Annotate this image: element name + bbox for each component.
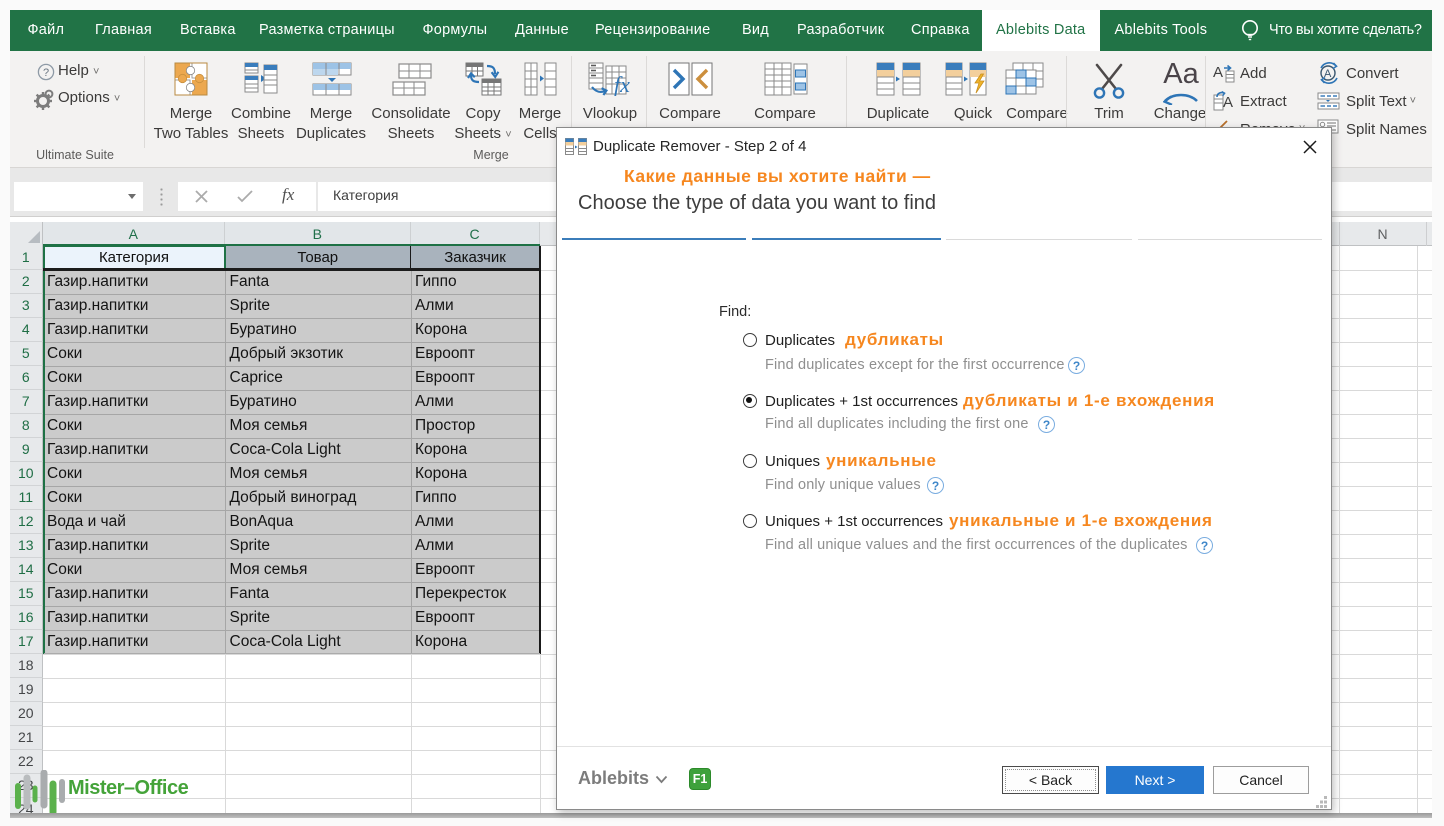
svg-text:A: A [1223, 94, 1233, 111]
svg-text:A: A [1213, 64, 1223, 81]
svg-text:?: ? [43, 67, 49, 79]
svg-text:fx: fx [614, 72, 630, 96]
